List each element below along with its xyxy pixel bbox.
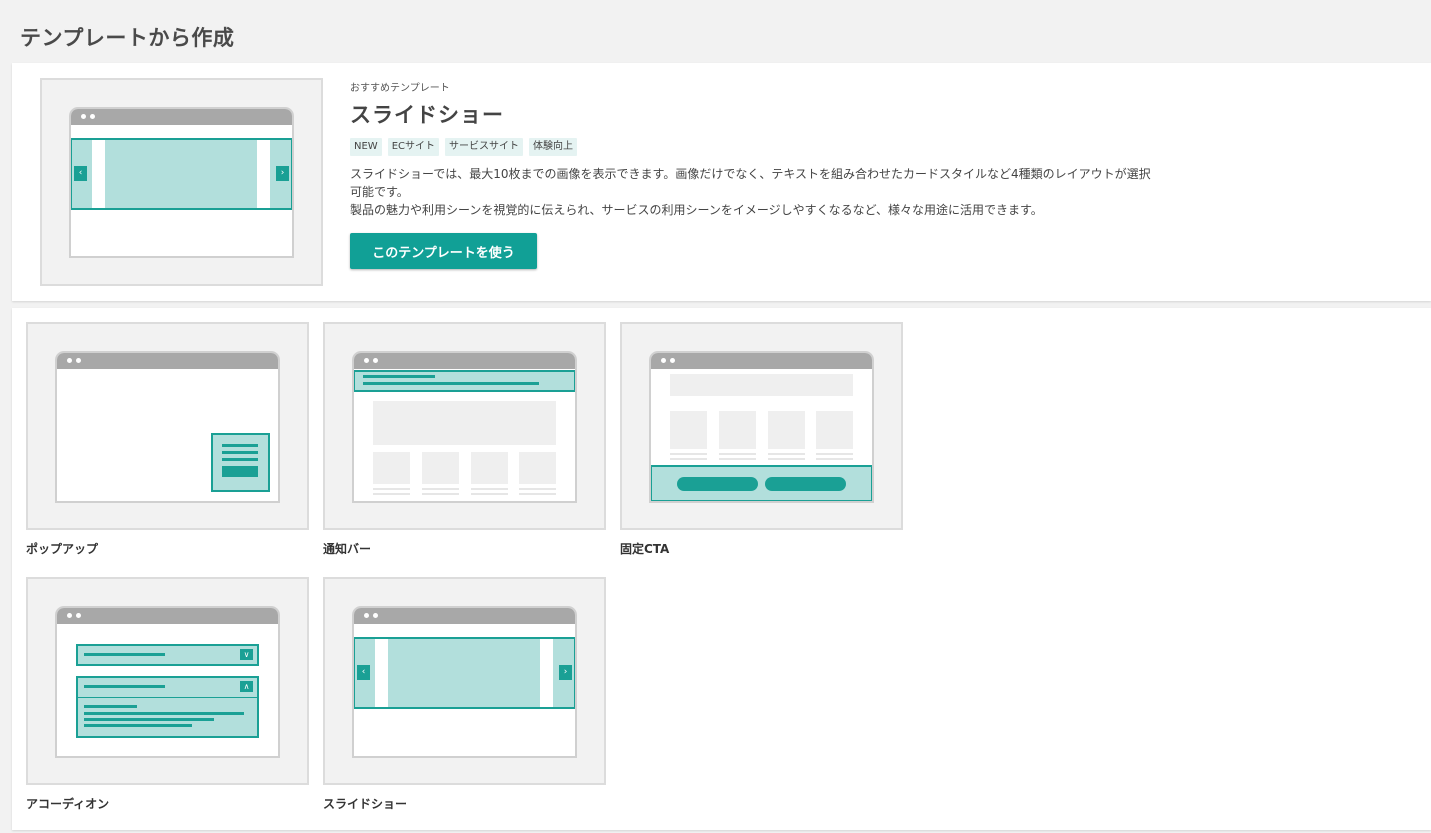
description-line: 製品の魅力や利用シーンを視覚的に伝えられ、サービスの利用シーンをイメージしやすく… [350, 203, 1043, 217]
notification-bar-preview-icon [352, 351, 577, 503]
tag: 体験向上 [529, 138, 577, 156]
template-card-accordion[interactable]: ∨ ∧ アコーディオン [26, 577, 309, 812]
template-thumbnail [26, 322, 309, 530]
arrow-right-icon: › [559, 665, 572, 680]
arrow-left-icon: ‹ [357, 665, 370, 680]
description-line: 可能です。 [350, 185, 409, 199]
template-gallery: ポップアップ 通知バー 固定CTA ∨ ∧ アコーディオン ‹ › スライドショ… [12, 308, 1431, 830]
featured-template-thumbnail[interactable]: ‹ › [40, 78, 323, 286]
tag: NEW [350, 138, 382, 156]
slideshow-preview-icon: ‹ › [69, 107, 294, 258]
template-label: アコーディオン [26, 797, 110, 811]
template-label: 通知バー [323, 542, 372, 556]
page-title: テンプレートから作成 [20, 26, 235, 50]
description-line: スライドショーでは、最大10枚までの画像を表示できます。画像だけでなく、テキスト… [350, 167, 1151, 181]
template-card-notification-bar[interactable]: 通知バー [323, 322, 606, 557]
featured-tags: NEW ECサイト サービスサイト 体験向上 [350, 138, 1410, 156]
slideshow-preview-icon: ‹ › [352, 606, 577, 758]
use-template-button[interactable]: このテンプレートを使う [350, 233, 537, 269]
template-card-popup[interactable]: ポップアップ [26, 322, 309, 557]
fixed-cta-preview-icon [649, 351, 874, 503]
chevron-up-icon: ∧ [240, 681, 253, 692]
tag: ECサイト [387, 138, 439, 156]
template-card-slideshow[interactable]: ‹ › スライドショー [323, 577, 606, 812]
template-label: ポップアップ [26, 542, 99, 556]
template-thumbnail: ‹ › [323, 577, 606, 785]
template-thumbnail [323, 322, 606, 530]
featured-eyebrow: おすすめテンプレート [350, 83, 450, 94]
popup-preview-icon [55, 351, 280, 503]
arrow-right-icon: › [276, 166, 289, 181]
featured-template-card: ‹ › おすすめテンプレート スライドショー NEW ECサイト サービスサイト… [12, 63, 1431, 301]
template-label: 固定CTA [620, 542, 670, 556]
template-thumbnail: ∨ ∧ [26, 577, 309, 785]
featured-description: スライドショーでは、最大10枚までの画像を表示できます。画像だけでなく、テキスト… [350, 165, 1210, 219]
template-label: スライドショー [323, 797, 408, 811]
featured-title: スライドショー [350, 103, 504, 127]
accordion-preview-icon: ∨ ∧ [55, 606, 280, 758]
chevron-down-icon: ∨ [240, 649, 253, 660]
arrow-left-icon: ‹ [74, 166, 87, 181]
tag: サービスサイト [445, 138, 523, 156]
template-card-fixed-cta[interactable]: 固定CTA [620, 322, 903, 557]
template-thumbnail [620, 322, 903, 530]
